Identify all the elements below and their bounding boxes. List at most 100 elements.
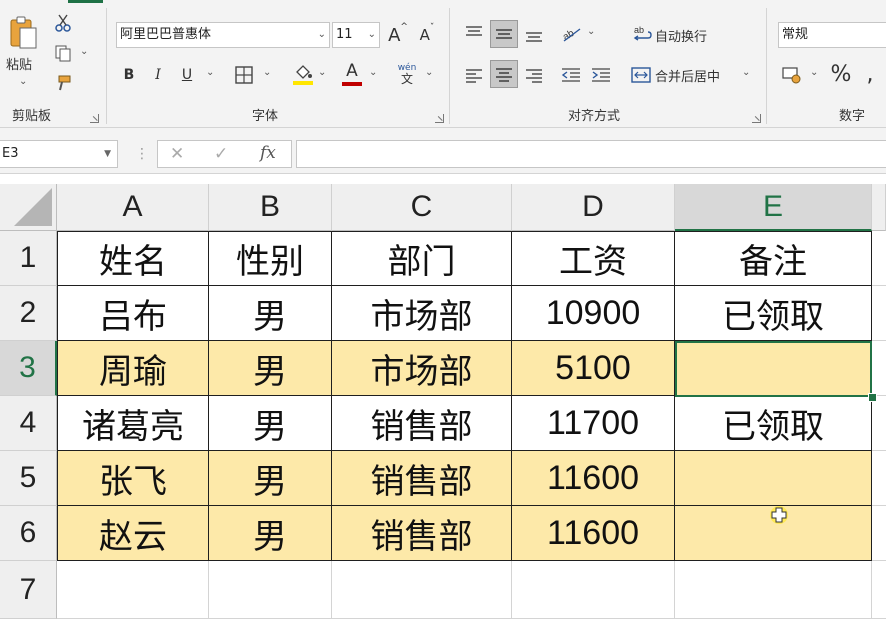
row-header-5[interactable]: 5 [0, 451, 57, 506]
grow-font-button[interactable]: A ^ [385, 22, 411, 48]
orientation-button[interactable]: ab [558, 20, 584, 46]
cell-e1[interactable]: 备注 [675, 231, 872, 286]
cell-a7[interactable] [57, 561, 209, 619]
cell-d6[interactable]: 11600 [512, 506, 675, 561]
wrap-text-icon-button[interactable]: ab [631, 22, 655, 46]
enter-icon[interactable]: ✓ [214, 144, 228, 164]
merge-center-icon-button[interactable] [628, 62, 654, 88]
shrink-font-button[interactable]: Aˇ [414, 22, 440, 48]
cell-a5[interactable]: 张飞 [57, 451, 209, 506]
cell-overflow[interactable] [872, 451, 886, 506]
insert-function-icon[interactable]: fx [260, 143, 276, 163]
row-header-4[interactable]: 4 [0, 396, 57, 451]
cell-d3[interactable]: 5100 [512, 341, 675, 396]
font-color-button[interactable]: A [339, 60, 365, 88]
column-header-d[interactable]: D [512, 184, 675, 231]
accounting-dropdown-icon[interactable]: ⌄ [810, 67, 818, 78]
cell-b3[interactable]: 男 [209, 341, 332, 396]
wrap-text-button[interactable]: 自动换行 [655, 26, 707, 45]
cancel-icon[interactable]: ✕ [170, 144, 184, 164]
worksheet-grid[interactable]: A B C D E 1 姓名 性别 部门 工资 备注 2 吕布男市场部 10900 已领取 3 周瑜男市场部 51… [0, 184, 886, 619]
paste-dropdown-icon[interactable]: ⌄ [19, 76, 27, 87]
orientation-dropdown-icon[interactable]: ⌄ [587, 26, 595, 37]
cell-b5[interactable]: 男 [209, 451, 332, 506]
comma-style-button[interactable]: , [863, 60, 877, 88]
cell-a1[interactable]: 姓名 [57, 231, 209, 286]
cell-b7[interactable] [209, 561, 332, 619]
bottom-align-button[interactable] [522, 22, 546, 48]
cell-c3[interactable]: 市场部 [332, 341, 512, 396]
cell-d7[interactable] [512, 561, 675, 619]
cell-c7[interactable] [332, 561, 512, 619]
cell-a3[interactable]: 周瑜 [57, 341, 209, 396]
cell-e5[interactable] [675, 451, 872, 506]
row-header-7[interactable]: 7 [0, 561, 57, 619]
cell-e3[interactable] [675, 341, 872, 396]
cell-overflow[interactable] [872, 341, 886, 396]
cell-c6[interactable]: 销售部 [332, 506, 512, 561]
cell-b2[interactable]: 男 [209, 286, 332, 341]
font-color-dropdown-icon[interactable]: ⌄ [369, 67, 377, 78]
align-right-button[interactable] [522, 62, 546, 88]
cell-b1[interactable]: 性别 [209, 231, 332, 286]
name-box[interactable]: E3 ▼ [0, 140, 118, 168]
row-header-1[interactable]: 1 [0, 231, 57, 286]
cell-c2[interactable]: 市场部 [332, 286, 512, 341]
accounting-format-button[interactable] [778, 62, 806, 88]
formula-input[interactable] [296, 140, 886, 168]
cell-e2[interactable]: 已领取 [675, 286, 872, 341]
percent-button[interactable]: % [829, 60, 853, 88]
drag-handle-icon[interactable]: ⋮ [135, 146, 149, 162]
cell-a2[interactable]: 吕布 [57, 286, 209, 341]
clipboard-launcher-icon[interactable] [90, 114, 99, 123]
phonetic-dropdown-icon[interactable]: ⌄ [425, 67, 433, 78]
italic-button[interactable]: I [147, 62, 169, 88]
copy-dropdown-icon[interactable]: ⌄ [80, 46, 88, 57]
row-header-6[interactable]: 6 [0, 506, 57, 561]
cell-e4[interactable]: 已领取 [675, 396, 872, 451]
align-center-button[interactable] [490, 60, 518, 88]
cell-a4[interactable]: 诸葛亮 [57, 396, 209, 451]
column-header-c[interactable]: C [332, 184, 512, 231]
middle-align-button[interactable] [490, 20, 518, 48]
cell-c5[interactable]: 销售部 [332, 451, 512, 506]
align-left-button[interactable] [462, 62, 486, 88]
column-header-overflow[interactable] [872, 184, 886, 231]
borders-button[interactable] [231, 62, 257, 88]
cell-c4[interactable]: 销售部 [332, 396, 512, 451]
column-header-e[interactable]: E [675, 184, 872, 231]
font-size-select[interactable]: 11 ⌄ [332, 22, 380, 48]
row-header-3[interactable]: 3 [0, 341, 57, 396]
merge-center-button[interactable]: 合并后居中 [655, 66, 720, 85]
row-header-2[interactable]: 2 [0, 286, 57, 341]
increase-indent-button[interactable] [588, 62, 614, 88]
underline-dropdown-icon[interactable]: ⌄ [206, 67, 214, 78]
cell-d5[interactable]: 11600 [512, 451, 675, 506]
column-header-a[interactable]: A [57, 184, 209, 231]
top-align-button[interactable] [462, 20, 486, 46]
select-all-button[interactable] [0, 184, 57, 231]
cell-overflow[interactable] [872, 561, 886, 619]
fill-color-button[interactable] [290, 60, 316, 88]
paste-button[interactable] [4, 12, 44, 56]
bold-button[interactable]: B [118, 62, 140, 88]
fill-handle[interactable] [868, 393, 877, 402]
cell-overflow[interactable] [872, 506, 886, 561]
copy-button[interactable] [50, 42, 76, 64]
cell-overflow[interactable] [872, 396, 886, 451]
cell-b6[interactable]: 男 [209, 506, 332, 561]
phonetic-button[interactable]: wén 文 [394, 60, 420, 88]
cell-overflow[interactable] [872, 286, 886, 341]
font-launcher-icon[interactable] [435, 114, 444, 123]
cell-e7[interactable] [675, 561, 872, 619]
font-family-select[interactable]: 阿里巴巴普惠体 ⌄ [116, 22, 330, 48]
cell-b4[interactable]: 男 [209, 396, 332, 451]
cut-button[interactable] [52, 12, 74, 34]
borders-dropdown-icon[interactable]: ⌄ [263, 67, 271, 78]
cell-a6[interactable]: 赵云 [57, 506, 209, 561]
alignment-launcher-icon[interactable] [752, 114, 761, 123]
format-painter-button[interactable] [52, 72, 74, 94]
number-format-select[interactable]: 常规 [778, 22, 886, 48]
column-header-b[interactable]: B [209, 184, 332, 231]
underline-button[interactable]: U [176, 62, 198, 88]
